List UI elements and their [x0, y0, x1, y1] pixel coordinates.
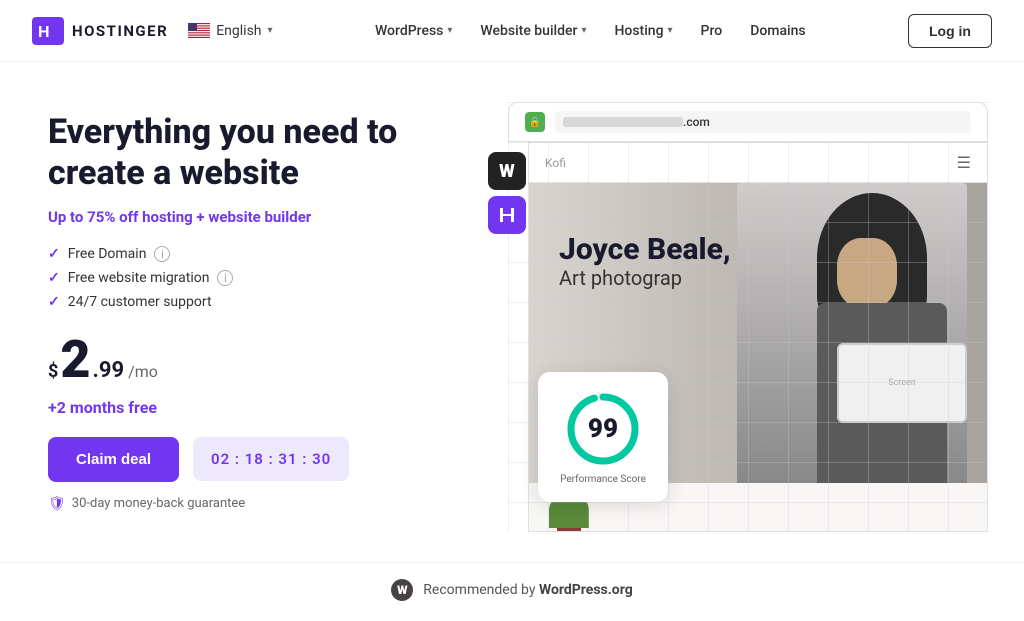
hamburger-icon: ☰	[957, 153, 971, 172]
subheadline: Up to 75% off hosting + website builder	[48, 208, 428, 226]
language-selector[interactable]: English ▾	[188, 23, 272, 39]
wordpress-footer-icon: W	[391, 579, 413, 601]
nav-item-website-builder[interactable]: Website builder ▾	[480, 23, 586, 39]
h-logo-icon	[498, 206, 516, 224]
ssl-lock-icon: 🔒	[525, 112, 545, 132]
nav-item-hosting[interactable]: Hosting ▾	[614, 23, 672, 39]
check-icon: ✓	[48, 294, 60, 310]
laptop: Screen	[837, 343, 967, 423]
feature-item-migration: ✓ Free website migration i	[48, 270, 428, 286]
chevron-down-icon: ▾	[581, 25, 586, 36]
navbar: H HOSTINGER English ▾ WordPress ▾	[0, 0, 1024, 62]
preview-site-name: Kofi	[545, 156, 566, 170]
login-button[interactable]: Log in	[908, 14, 992, 48]
feature-item-support: ✓ 24/7 customer support	[48, 294, 428, 310]
nav-item-domains[interactable]: Domains	[750, 23, 805, 39]
url-com: .com	[683, 115, 710, 129]
logo-text: HOSTINGER	[72, 22, 168, 40]
hero-subtitle: Art photograp	[559, 266, 731, 290]
nav-left: H HOSTINGER English ▾	[32, 17, 273, 45]
info-icon[interactable]: i	[154, 246, 170, 262]
feature-label: Free Domain	[68, 246, 147, 262]
shield-icon: 🛡	[48, 496, 66, 512]
logo[interactable]: H HOSTINGER	[32, 17, 168, 45]
months-free: +2 months free	[48, 398, 428, 417]
nav-right: Log in	[908, 14, 992, 48]
guarantee: 🛡 30-day money-back guarantee	[48, 496, 428, 512]
price-block: $ 2 .99 /mo	[48, 334, 428, 386]
feature-item-domain: ✓ Free Domain i	[48, 246, 428, 262]
price-dollar: $	[48, 363, 58, 381]
url-bar[interactable]: .com	[555, 111, 971, 133]
main-content: Everything you need to create a website …	[0, 62, 1024, 562]
price-period: /mo	[128, 362, 158, 381]
illustration: 🔒 .com W	[428, 102, 988, 532]
nav-item-pro[interactable]: Pro	[701, 23, 723, 39]
claim-deal-button[interactable]: Claim deal	[48, 437, 179, 482]
nav-center: WordPress ▾ Website builder ▾ Hosting ▾ …	[375, 23, 806, 39]
person-face	[837, 238, 897, 308]
check-icon: ✓	[48, 246, 60, 262]
sidebar-icons: W	[488, 152, 526, 234]
feature-label: 24/7 customer support	[68, 294, 212, 310]
features-list: ✓ Free Domain i ✓ Free website migration…	[48, 246, 428, 310]
headline: Everything you need to create a website	[48, 112, 428, 194]
flag-icon	[188, 23, 210, 38]
perf-circle: 99	[563, 389, 643, 469]
subheadline-prefix: Up to	[48, 208, 87, 226]
hero-name: Joyce Beale,	[559, 233, 731, 266]
subheadline-suffix: off hosting + website builder	[115, 208, 311, 226]
performance-card: 99 Performance Score	[538, 372, 668, 502]
price-main: 2	[60, 334, 90, 386]
left-panel: Everything you need to create a website …	[48, 102, 428, 532]
info-icon[interactable]: i	[217, 270, 233, 286]
nav-item-wordpress[interactable]: WordPress ▾	[375, 23, 452, 39]
svg-text:H: H	[38, 24, 50, 41]
wordpress-sidebar-icon[interactable]: W	[488, 152, 526, 190]
chevron-down-icon: ▾	[268, 25, 273, 36]
right-panel: 🔒 .com W	[428, 102, 988, 532]
cta-row: Claim deal 02 : 18 : 31 : 30	[48, 437, 428, 482]
footer: W Recommended by WordPress.org	[0, 562, 1024, 621]
preview-header: Kofi ☰	[529, 143, 987, 183]
perf-label: Performance Score	[560, 473, 646, 486]
price-decimal: .99	[92, 360, 124, 382]
browser-bar: 🔒 .com	[508, 102, 988, 142]
countdown-timer: 02 : 18 : 31 : 30	[193, 437, 349, 481]
check-icon: ✓	[48, 270, 60, 286]
footer-text: Recommended by WordPress.org	[423, 582, 632, 598]
hero-text-overlay: Joyce Beale, Art photograp	[559, 233, 731, 290]
chevron-down-icon: ▾	[668, 25, 673, 36]
guarantee-text: 30-day money-back guarantee	[72, 496, 245, 511]
logo-icon: H	[32, 17, 64, 45]
discount-text: 75%	[87, 208, 115, 226]
chevron-down-icon: ▾	[447, 25, 452, 36]
price-line: $ 2 .99 /mo	[48, 334, 428, 386]
hostinger-sidebar-icon[interactable]	[488, 196, 526, 234]
feature-label: Free website migration	[68, 270, 210, 286]
language-label: English	[216, 23, 261, 39]
perf-number: 99	[588, 414, 618, 444]
